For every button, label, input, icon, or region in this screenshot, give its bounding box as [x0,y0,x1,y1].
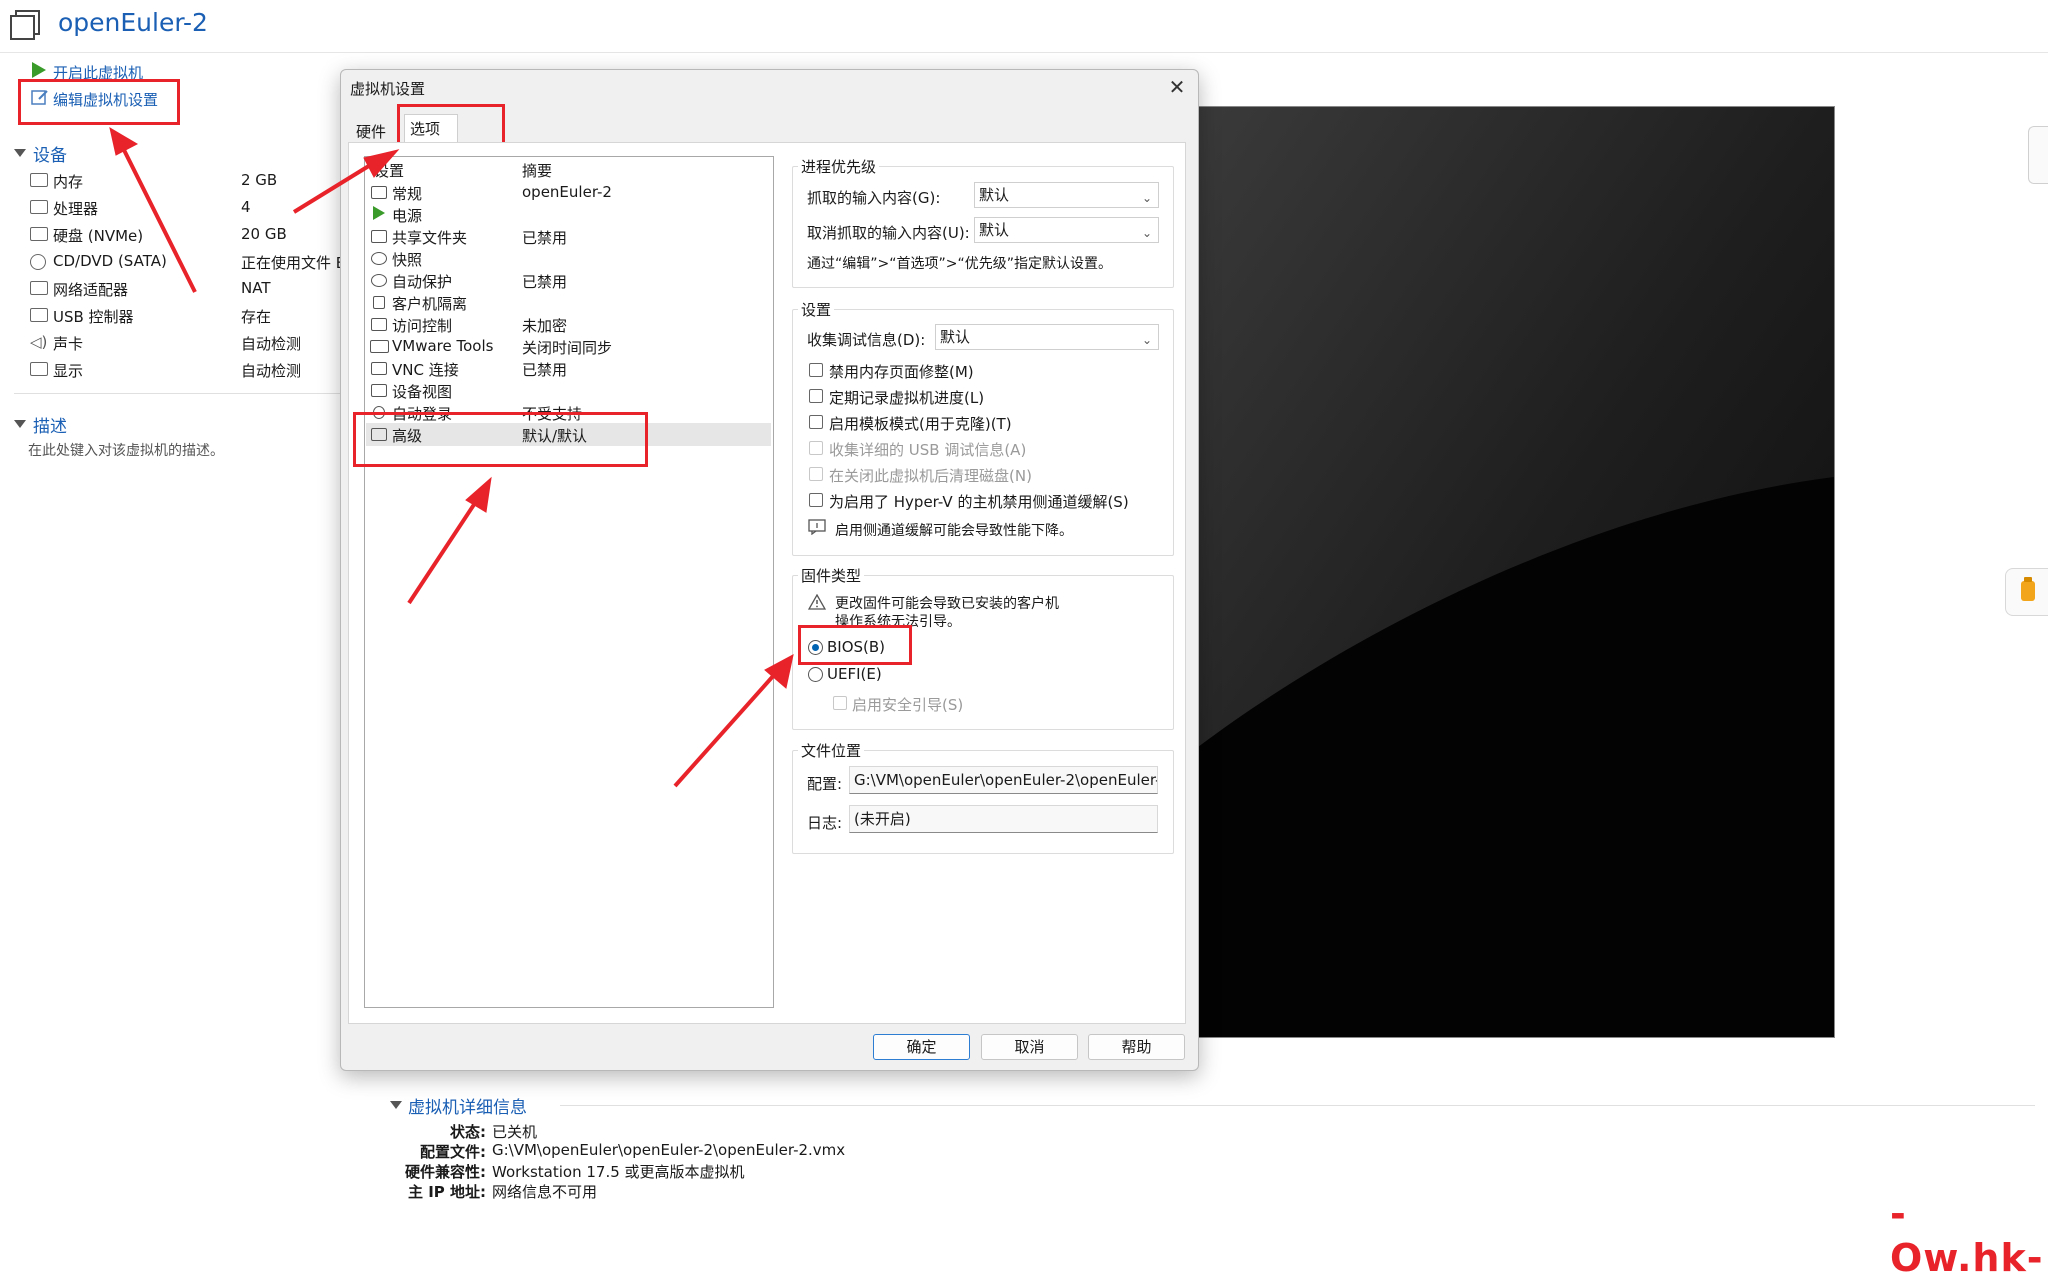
watermark-text: -Ow.hk- [1890,1192,2044,1280]
arrow-to-options-tab [292,149,400,214]
annotation-arrows [109,126,794,788]
arrow-to-edit-settings [109,126,197,293]
arrow-to-advanced [407,476,492,605]
arrow-to-bios [673,654,794,788]
